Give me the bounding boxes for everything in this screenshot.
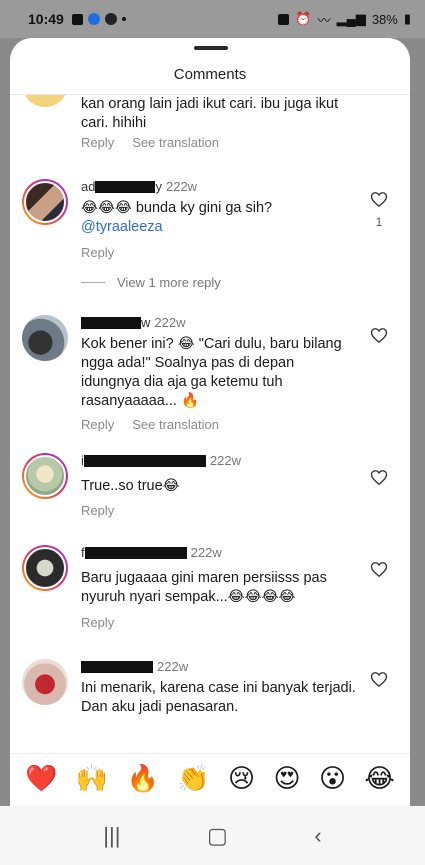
username-suffix[interactable]: w <box>141 315 150 330</box>
comment-time: 222w <box>165 179 198 194</box>
messenger-notification-icon <box>87 13 100 25</box>
heart-outline-icon <box>370 328 388 344</box>
heart-outline-icon <box>370 562 388 578</box>
thread-line <box>81 282 105 283</box>
redacted-username <box>83 454 206 467</box>
sheet-title: Comments <box>173 66 247 83</box>
comment-text: Kok bener ini? 😂 "Cari dulu, baru bilang… <box>81 336 342 409</box>
see-translation-button[interactable]: See translation <box>132 135 219 150</box>
commenter-avatar[interactable] <box>22 545 68 591</box>
comment-actions: Reply <box>81 615 114 630</box>
reply-button[interactable]: Reply <box>81 417 114 432</box>
view-more-replies-label: View 1 more reply <box>117 275 221 290</box>
comment-time: 222w <box>190 545 222 560</box>
battery-percent: 38% <box>371 11 398 27</box>
redacted-username <box>95 180 156 193</box>
drag-handle[interactable] <box>194 46 228 50</box>
more-notifications-dot-icon <box>121 17 126 21</box>
signal-icon: ▂▄▆ <box>336 11 366 26</box>
reply-button[interactable]: Reply <box>81 245 114 260</box>
like-count: 1 <box>375 215 383 229</box>
avatar-photo <box>24 547 66 589</box>
reaction-crying[interactable]: 😢 <box>228 763 255 794</box>
reply-button[interactable]: Reply <box>81 615 114 630</box>
commenter-avatar[interactable] <box>22 95 68 107</box>
recents-icon[interactable]: ||| <box>103 823 120 849</box>
username-suffix[interactable]: y <box>155 179 162 194</box>
comment-actions: Reply See translation <box>81 417 219 432</box>
view-more-replies[interactable]: View 1 more reply <box>81 275 221 290</box>
reaction-surprised[interactable]: 😮 <box>319 763 346 794</box>
reaction-heart[interactable]: ❤️ <box>25 763 57 794</box>
comment-actions: Reply <box>81 245 114 260</box>
heart-outline-icon <box>370 192 388 208</box>
avatar-photo <box>24 455 66 497</box>
like-button[interactable] <box>368 327 390 349</box>
redacted-username <box>81 316 141 329</box>
comment-text: Ini menarik, karena case ini banyak terj… <box>81 680 356 715</box>
comment-actions: Reply <box>81 503 114 518</box>
comment-header: f 222w <box>81 545 222 560</box>
battery-icon: ▮ <box>403 11 411 26</box>
redacted-username <box>81 660 153 673</box>
account-notification-icon <box>104 13 117 25</box>
wifi-icon: 〰 <box>317 12 331 28</box>
home-icon[interactable]: ▢ <box>207 823 228 849</box>
like-button[interactable] <box>368 561 390 583</box>
comment-header: i 222w <box>81 453 241 468</box>
status-time: 10:49 <box>28 11 64 27</box>
comment-text: True..so true😂 <box>81 478 180 494</box>
system-nav-bar: ||| ▢ ‹ <box>0 806 425 865</box>
comment-time: 222w <box>157 659 189 674</box>
heart-outline-icon <box>370 672 388 688</box>
comments-sheet: Comments kan orang lain jadi ikut cari. … <box>10 38 410 865</box>
comment-actions: Reply See translation <box>81 135 219 150</box>
comment-header: ad y 222w <box>81 179 197 194</box>
quick-reactions-bar: ❤️ 🙌 🔥 👏 😢 😍 😮 😂 <box>10 753 410 803</box>
commenter-avatar[interactable] <box>22 453 68 499</box>
reply-button[interactable]: Reply <box>81 135 114 150</box>
heart-outline-icon <box>370 470 388 486</box>
reply-button[interactable]: Reply <box>81 503 114 518</box>
commenter-avatar[interactable] <box>22 315 68 361</box>
reaction-clapping[interactable]: 👏 <box>177 763 209 794</box>
commenter-avatar[interactable] <box>22 179 68 225</box>
comment-header: 222w <box>81 659 188 674</box>
like-button[interactable] <box>368 191 390 213</box>
redacted-username <box>84 546 187 559</box>
notification-icons <box>71 13 126 25</box>
like-button[interactable] <box>368 671 390 693</box>
comment-header: w 222w <box>81 315 185 330</box>
comment-text: 😂😂😂 bunda ky gini ga sih? @tyraaleeza <box>81 199 356 237</box>
like-button[interactable] <box>368 469 390 491</box>
comment-list[interactable]: kan orang lain jadi ikut cari. ibu juga … <box>10 95 410 753</box>
reaction-laughing[interactable]: 😂 <box>364 763 394 794</box>
status-bar: 10:49 ⏰ 〰 ▂▄▆ 38% ▮ <box>0 0 425 38</box>
gallery-notification-icon <box>71 13 83 25</box>
avatar-photo <box>24 181 66 223</box>
reaction-fire[interactable]: 🔥 <box>127 763 159 794</box>
commenter-avatar[interactable] <box>22 659 68 705</box>
mention-link[interactable]: @tyraaleeza <box>81 218 356 237</box>
comment-time: 222w <box>154 315 186 330</box>
see-translation-button[interactable]: See translation <box>132 417 219 432</box>
alarm-icon: ⏰ <box>295 11 312 26</box>
back-icon[interactable]: ‹ <box>314 823 321 849</box>
comment-text: kan orang lain jadi ikut cari. ibu juga … <box>81 96 339 131</box>
comment-text: Baru jugaaaa gini maren persiisss pas ny… <box>81 570 327 605</box>
username-prefix[interactable]: ad <box>81 179 95 194</box>
reaction-heart-eyes[interactable]: 😍 <box>274 763 301 794</box>
comment-time: 222w <box>209 453 241 468</box>
system-icons: ⏰ 〰 ▂▄▆ 38% ▮ <box>278 10 411 29</box>
reaction-raised-hands[interactable]: 🙌 <box>76 763 108 794</box>
comment-text-line: 😂😂😂 bunda ky gini ga sih? <box>81 200 273 216</box>
lock-icon <box>278 13 290 25</box>
